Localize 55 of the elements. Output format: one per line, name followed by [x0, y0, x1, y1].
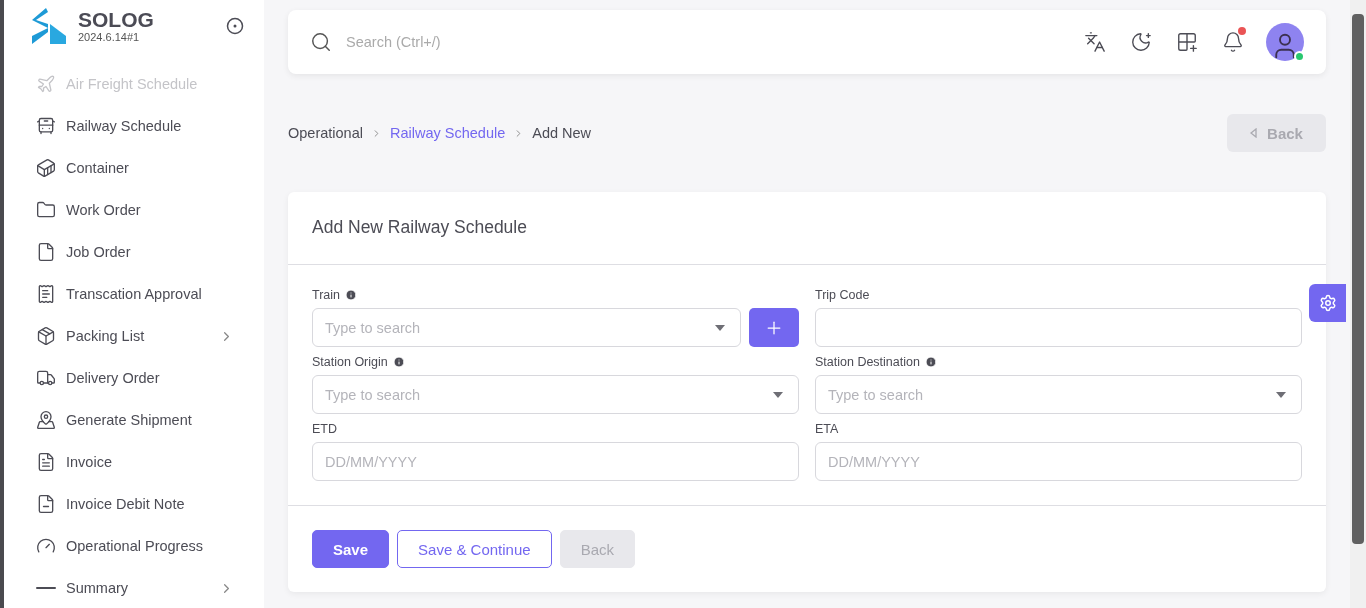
- container-icon: [36, 158, 56, 178]
- document-icon: [36, 452, 56, 472]
- field-label: Train: [312, 287, 340, 302]
- sidebar-item[interactable]: Summary: [4, 567, 264, 608]
- save-continue-button[interactable]: Save & Continue: [397, 530, 552, 568]
- line-icon: [36, 586, 56, 590]
- map-pin-icon: [36, 410, 56, 430]
- breadcrumb-text: Operational: [288, 125, 363, 141]
- scrollbar[interactable]: [1350, 0, 1366, 608]
- field-label: ETA: [815, 421, 839, 436]
- sidebar-item[interactable]: Delivery Order: [4, 357, 264, 399]
- field-label: Station Destination: [815, 354, 920, 369]
- dropdown-caret-icon: [1276, 392, 1286, 398]
- dropdown-caret-icon: [715, 325, 725, 331]
- bus-icon: [36, 116, 56, 136]
- caret-left-icon: [1250, 128, 1258, 138]
- sidebar-item[interactable]: Transcation Approval: [4, 273, 264, 315]
- sidebar-item[interactable]: Invoice Debit Note: [4, 483, 264, 525]
- select-field[interactable]: Type to search: [815, 375, 1302, 414]
- settings-button[interactable]: [1309, 284, 1346, 322]
- receipt-icon: [36, 284, 56, 304]
- brand-name: SOLOG: [78, 9, 155, 31]
- add-button[interactable]: [749, 308, 799, 347]
- field-label: Station Origin: [312, 354, 388, 369]
- select-field[interactable]: Type to search: [312, 308, 741, 347]
- sidebar-item[interactable]: Generate Shipment: [4, 399, 264, 441]
- breadcrumb-text: Add New: [532, 125, 592, 141]
- sidebar-item[interactable]: Container: [4, 147, 264, 189]
- sidebar-item[interactable]: Operational Progress: [4, 525, 264, 567]
- breadcrumb-link[interactable]: Railway Schedule: [389, 125, 506, 141]
- select-field[interactable]: Type to search: [312, 375, 799, 414]
- sidebar-item[interactable]: Work Order: [4, 189, 264, 231]
- sidebar-item[interactable]: Job Order: [4, 231, 264, 273]
- file-icon: [36, 242, 56, 262]
- save-button[interactable]: Save: [312, 530, 390, 568]
- document-icon: [36, 494, 56, 514]
- folder-icon: [36, 200, 56, 220]
- field-label: Trip Code: [815, 287, 870, 302]
- avatar[interactable]: [1266, 23, 1304, 61]
- truck-icon: [36, 368, 56, 388]
- date-field[interactable]: DD/MM/YYYY: [312, 442, 799, 481]
- package-icon: [36, 326, 56, 346]
- plane-icon: [36, 74, 56, 94]
- sidebar-item[interactable]: Packing List: [4, 315, 264, 357]
- translate-icon[interactable]: [1082, 29, 1108, 55]
- sidebar-item[interactable]: Railway Schedule: [4, 105, 264, 147]
- sidebar-item[interactable]: Invoice: [4, 441, 264, 483]
- search-icon: [310, 31, 332, 53]
- input-field[interactable]: [815, 308, 1302, 347]
- field-label: ETD: [312, 421, 337, 436]
- settings-icon: [1318, 294, 1337, 312]
- card-title: Add New Railway Schedule: [288, 192, 1326, 265]
- dropdown-caret-icon: [773, 392, 783, 398]
- version-text: 2024.6.14#1: [78, 31, 141, 43]
- date-field[interactable]: DD/MM/YYYY: [815, 442, 1302, 481]
